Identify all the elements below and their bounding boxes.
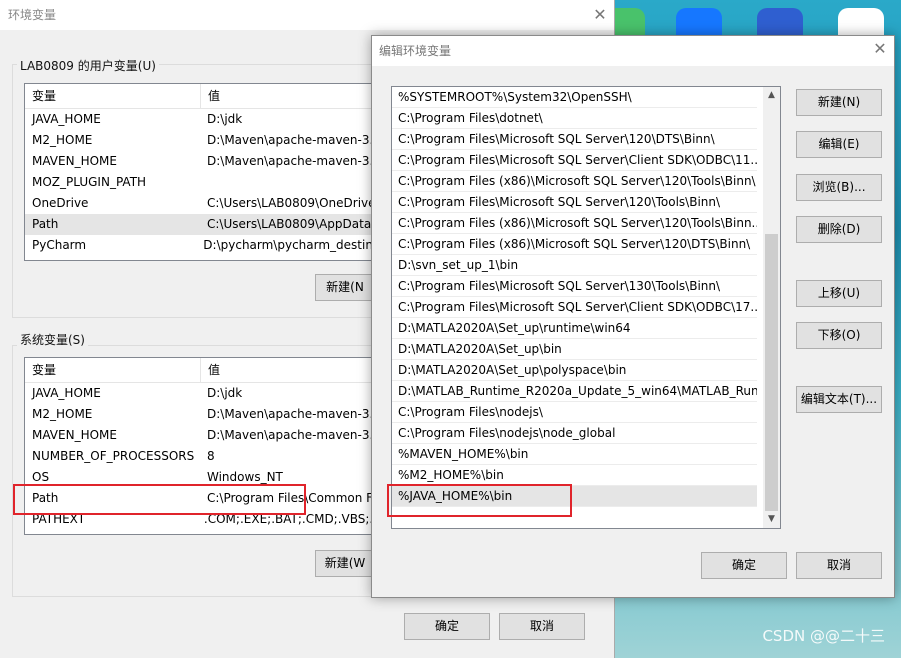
close-icon[interactable]: ✕ [590, 6, 610, 26]
path-list[interactable]: %SYSTEMROOT%\System32\OpenSSH\ C:\Program… [391, 86, 781, 529]
path-item[interactable]: %M2_HOME%\bin [392, 465, 757, 486]
var-name: M2_HOME [32, 133, 93, 147]
watermark: CSDN @@二十三 [762, 627, 885, 645]
var-name: JAVA_HOME [32, 112, 101, 126]
system-new-button[interactable]: 新建(W [315, 550, 375, 577]
path-item[interactable]: C:\Program Files\nodejs\node_global [392, 423, 757, 444]
scroll-up-icon[interactable]: ▲ [763, 87, 780, 104]
table-row-selected[interactable]: Path C:\Users\LAB0809\AppData\L [25, 214, 385, 235]
var-value: D:\Maven\apache-maven-3.8. [207, 133, 385, 147]
edit-button[interactable]: 编辑(E) [796, 131, 882, 158]
path-item[interactable]: C:\Program Files (x86)\Microsoft SQL Ser… [392, 213, 757, 234]
vertical-scrollbar[interactable]: ▲ ▼ [763, 87, 780, 528]
var-value: C:\Users\LAB0809\OneDrive [207, 196, 376, 210]
window-title: 编辑环境变量 [372, 36, 894, 66]
column-header-value[interactable]: 值 [201, 84, 220, 108]
path-item[interactable]: C:\Program Files\Microsoft SQL Server\13… [392, 276, 757, 297]
path-item[interactable]: C:\Program Files (x86)\Microsoft SQL Ser… [392, 234, 757, 255]
move-down-button[interactable]: 下移(O) [796, 322, 882, 349]
var-value [200, 172, 207, 193]
var-name: NUMBER_OF_PROCESSORS [32, 449, 195, 463]
ok-button[interactable]: 确定 [701, 552, 787, 579]
user-new-button[interactable]: 新建(N [315, 274, 375, 301]
table-row[interactable]: MAVEN_HOME D:\Maven\apache-maven-3.8. [25, 425, 385, 446]
cancel-button[interactable]: 取消 [796, 552, 882, 579]
var-value: D:\pycharm\pycharm_destinat [203, 238, 385, 252]
move-up-button[interactable]: 上移(U) [796, 280, 882, 307]
table-row[interactable]: JAVA_HOME D:\jdk [25, 109, 385, 130]
path-item[interactable]: D:\MATLA2020A\Set_up\polyspace\bin [392, 360, 757, 381]
scroll-thumb[interactable] [765, 234, 778, 511]
column-header-value[interactable]: 值 [201, 358, 220, 382]
var-value: D:\Maven\apache-maven-3.8. [207, 407, 385, 421]
edit-text-button[interactable]: 编辑文本(T)... [796, 386, 882, 413]
var-value: D:\jdk [207, 112, 243, 126]
path-item[interactable]: D:\MATLAB_Runtime_R2020a_Update_5_win64\… [392, 381, 757, 402]
ok-button[interactable]: 确定 [404, 613, 490, 640]
column-header-variable[interactable]: 变量 [25, 84, 201, 108]
var-name: MAVEN_HOME [32, 428, 117, 442]
path-item[interactable]: C:\Program Files\nodejs\ [392, 402, 757, 423]
user-vars-table[interactable]: 变量 值 JAVA_HOME D:\jdk M2_HOME D:\Maven\apa… [24, 83, 386, 261]
path-item[interactable]: C:\Program Files\dotnet\ [392, 108, 757, 129]
path-item[interactable]: C:\Program Files\Microsoft SQL Server\12… [392, 129, 757, 150]
path-item[interactable]: %SYSTEMROOT%\System32\OpenSSH\ [392, 87, 757, 108]
var-value: 8 [207, 449, 215, 463]
close-icon[interactable]: ✕ [870, 40, 890, 60]
var-name: OneDrive [32, 196, 89, 210]
table-row[interactable]: JAVA_HOME D:\jdk [25, 383, 385, 404]
table-row[interactable]: M2_HOME D:\Maven\apache-maven-3.8. [25, 404, 385, 425]
new-button[interactable]: 新建(N) [796, 89, 882, 116]
table-row[interactable]: M2_HOME D:\Maven\apache-maven-3.8. [25, 130, 385, 151]
path-item[interactable]: D:\MATLA2020A\Set_up\bin [392, 339, 757, 360]
path-item[interactable]: C:\Program Files\Microsoft SQL Server\Cl… [392, 150, 757, 171]
highlight-box-path [13, 484, 306, 515]
table-header: 变量 值 [25, 84, 385, 109]
path-item[interactable]: D:\MATLA2020A\Set_up\runtime\win64 [392, 318, 757, 339]
table-row[interactable]: OneDrive C:\Users\LAB0809\OneDrive [25, 193, 385, 214]
table-row[interactable]: MAVEN_HOME D:\Maven\apache-maven-3.8. [25, 151, 385, 172]
var-name: PyCharm [32, 238, 87, 252]
var-name: M2_HOME [32, 407, 93, 421]
delete-button[interactable]: 删除(D) [796, 216, 882, 243]
highlight-box-java-home [387, 484, 572, 517]
var-name: Path [32, 217, 59, 231]
table-row[interactable]: MOZ_PLUGIN_PATH [25, 172, 385, 193]
var-value: D:\Maven\apache-maven-3.8. [207, 154, 385, 168]
table-row[interactable]: NUMBER_OF_PROCESSORS 8 [25, 446, 385, 467]
var-value: C:\Users\LAB0809\AppData\L [207, 217, 382, 231]
var-name: JAVA_HOME [32, 386, 101, 400]
table-row[interactable]: PyCharm D:\pycharm\pycharm_destinat [25, 235, 385, 256]
path-item[interactable]: C:\Program Files\Microsoft SQL Server\Cl… [392, 297, 757, 318]
user-vars-label: LAB0809 的用户变量(U) [17, 57, 159, 74]
path-item[interactable]: C:\Program Files (x86)\Microsoft SQL Ser… [392, 171, 757, 192]
path-item[interactable]: C:\Program Files\Microsoft SQL Server\12… [392, 192, 757, 213]
browse-button[interactable]: 浏览(B)... [796, 174, 882, 201]
var-value: D:\Maven\apache-maven-3.8. [207, 428, 385, 442]
path-item[interactable]: D:\svn_set_up_1\bin [392, 255, 757, 276]
window-title: 环境变量 [0, 0, 614, 30]
system-vars-label: 系统变量(S) [17, 331, 88, 348]
scroll-down-icon[interactable]: ▼ [763, 511, 780, 528]
var-name: MAVEN_HOME [32, 154, 117, 168]
column-header-variable[interactable]: 变量 [25, 358, 201, 382]
cancel-button[interactable]: 取消 [499, 613, 585, 640]
var-name: MOZ_PLUGIN_PATH [32, 175, 147, 189]
var-value: D:\jdk [207, 386, 243, 400]
table-header: 变量 值 [25, 358, 385, 383]
path-item[interactable]: %MAVEN_HOME%\bin [392, 444, 757, 465]
